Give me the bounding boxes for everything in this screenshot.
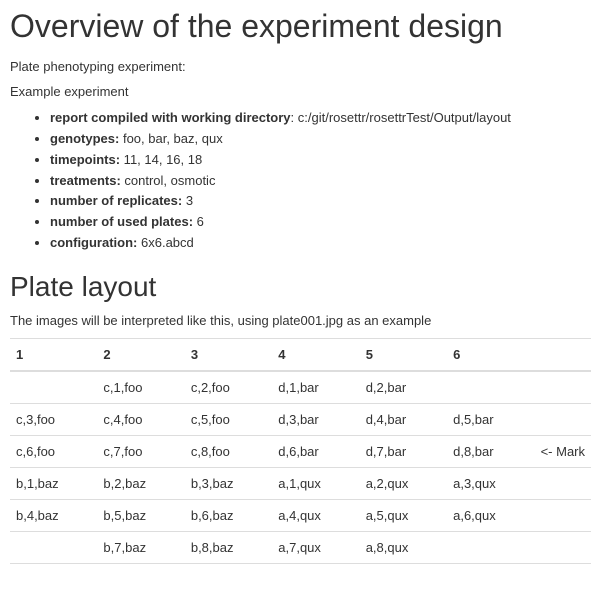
plate-layout-table: 1 2 3 4 5 6 c,1,foo c,2,foo d,1,bar d,2,… (10, 338, 591, 564)
cell: a,6,qux (447, 499, 534, 531)
section-plate-layout-desc: The images will be interpreted like this… (10, 313, 591, 328)
cell: c,7,foo (97, 435, 184, 467)
cell: d,3,bar (272, 403, 359, 435)
meta-item: number of used plates: 6 (50, 213, 591, 232)
meta-item: treatments: control, osmotic (50, 172, 591, 191)
cell: a,8,qux (360, 531, 447, 563)
cell: c,4,foo (97, 403, 184, 435)
meta-item: number of replicates: 3 (50, 192, 591, 211)
cell: b,2,baz (97, 467, 184, 499)
cell: d,1,bar (272, 371, 359, 404)
cell: b,4,baz (10, 499, 97, 531)
meta-label: report compiled with working directory (50, 110, 291, 125)
cell (535, 467, 591, 499)
cell: c,8,foo (185, 435, 272, 467)
cell: a,4,qux (272, 499, 359, 531)
cell: d,4,bar (360, 403, 447, 435)
page-root: Overview of the experiment design Plate … (0, 0, 601, 574)
cell: a,3,qux (447, 467, 534, 499)
cell: c,1,foo (97, 371, 184, 404)
meta-value: 3 (182, 193, 193, 208)
cell: a,2,qux (360, 467, 447, 499)
meta-item: report compiled with working directory: … (50, 109, 591, 128)
meta-label: treatments: (50, 173, 121, 188)
cell: b,8,baz (185, 531, 272, 563)
col-header: 4 (272, 338, 359, 371)
col-header: 1 (10, 338, 97, 371)
table-row: c,6,foo c,7,foo c,8,foo d,6,bar d,7,bar … (10, 435, 591, 467)
cell: d,6,bar (272, 435, 359, 467)
col-header (535, 338, 591, 371)
col-header: 2 (97, 338, 184, 371)
meta-value: 6x6.abcd (137, 235, 193, 250)
intro-line-1: Plate phenotyping experiment: (10, 59, 591, 74)
table-row: c,1,foo c,2,foo d,1,bar d,2,bar (10, 371, 591, 404)
cell: c,6,foo (10, 435, 97, 467)
meta-value: : c:/git/rosettr/rosettrTest/Output/layo… (291, 110, 511, 125)
cell (447, 531, 534, 563)
cell (535, 499, 591, 531)
cell (535, 531, 591, 563)
intro-line-2: Example experiment (10, 84, 591, 99)
table-row: b,7,baz b,8,baz a,7,qux a,8,qux (10, 531, 591, 563)
cell: a,5,qux (360, 499, 447, 531)
cell: c,3,foo (10, 403, 97, 435)
cell: b,1,baz (10, 467, 97, 499)
meta-label: configuration: (50, 235, 137, 250)
experiment-meta-list: report compiled with working directory: … (10, 109, 591, 253)
cell: c,2,foo (185, 371, 272, 404)
col-header: 6 (447, 338, 534, 371)
col-header: 3 (185, 338, 272, 371)
section-plate-layout-title: Plate layout (10, 271, 591, 303)
cell: d,2,bar (360, 371, 447, 404)
cell: d,5,bar (447, 403, 534, 435)
meta-label: genotypes: (50, 131, 119, 146)
table-row: c,3,foo c,4,foo c,5,foo d,3,bar d,4,bar … (10, 403, 591, 435)
table-row: b,1,baz b,2,baz b,3,baz a,1,qux a,2,qux … (10, 467, 591, 499)
cell: d,8,bar (447, 435, 534, 467)
cell: a,7,qux (272, 531, 359, 563)
meta-label: timepoints: (50, 152, 120, 167)
meta-value: foo, bar, baz, qux (119, 131, 222, 146)
meta-item: timepoints: 11, 14, 16, 18 (50, 151, 591, 170)
meta-item: genotypes: foo, bar, baz, qux (50, 130, 591, 149)
meta-value: control, osmotic (121, 173, 216, 188)
cell: d,7,bar (360, 435, 447, 467)
meta-item: configuration: 6x6.abcd (50, 234, 591, 253)
cell (535, 371, 591, 404)
cell (447, 371, 534, 404)
col-header: 5 (360, 338, 447, 371)
page-title: Overview of the experiment design (10, 8, 591, 45)
meta-value: 6 (193, 214, 204, 229)
cell: b,7,baz (97, 531, 184, 563)
cell: b,5,baz (97, 499, 184, 531)
meta-value: 11, 14, 16, 18 (120, 152, 202, 167)
cell: a,1,qux (272, 467, 359, 499)
cell (10, 371, 97, 404)
table-header-row: 1 2 3 4 5 6 (10, 338, 591, 371)
cell-mark: <- Mark (535, 435, 591, 467)
meta-label: number of replicates: (50, 193, 182, 208)
cell: b,3,baz (185, 467, 272, 499)
cell: b,6,baz (185, 499, 272, 531)
table-row: b,4,baz b,5,baz b,6,baz a,4,qux a,5,qux … (10, 499, 591, 531)
cell: c,5,foo (185, 403, 272, 435)
cell (535, 403, 591, 435)
cell (10, 531, 97, 563)
meta-label: number of used plates: (50, 214, 193, 229)
